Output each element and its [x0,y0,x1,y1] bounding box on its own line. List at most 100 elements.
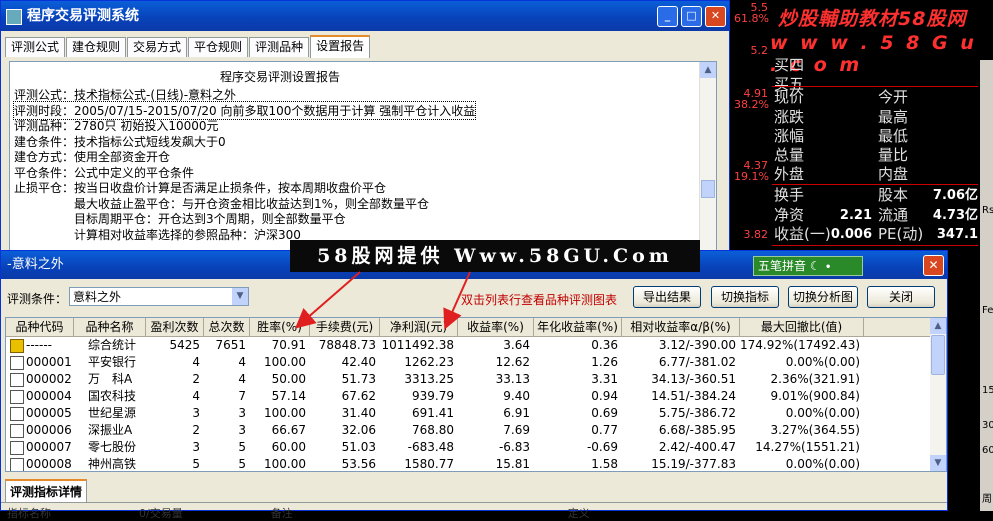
toolbar-label[interactable]: 周 [982,490,992,505]
table-row[interactable]: 000001 平安银行 4 4 100.00 42.40 1262.23 12.62 1.26 6… [6,354,930,371]
table-cell: 深振业A [88,423,133,437]
table-cell: 平安银行 [88,355,137,369]
column-header[interactable]: 最大回撤比(值) [740,318,864,336]
table-cell: 000008 [26,457,72,471]
table-cell: 5 [238,457,246,471]
column-header[interactable]: 净利润(元) [380,318,458,336]
scroll-up-icon[interactable]: ▲ [930,318,946,334]
tab-settings-5[interactable]: 设置报告 [310,35,371,58]
table-row[interactable]: 000007 零七股份 3 5 60.00 51.03 -683.48 -6.83 -0.69 2… [6,439,930,456]
report-scrollbar[interactable]: ▲ [699,62,716,264]
table-cell: 2.42/-400.47 [658,440,736,454]
detail-header-partial: 指标名称 0/交易量 备注 定义 [7,507,590,520]
scroll-thumb[interactable] [931,335,945,375]
report-line: 建仓方式：使用全部资金开仓 [14,150,171,164]
column-header[interactable]: 总次数 [204,318,250,336]
watermark-banner: 58股网提供 Www.58GU.Com [290,240,700,272]
toolbar-label[interactable]: 30 [982,420,993,431]
report-line: 评测品种：2780只 初始投入10000元 [14,119,219,133]
table-row[interactable]: 000005 世纪星源 3 3 100.00 31.40 691.41 6.91 0.69 5.7… [6,405,930,422]
table-cell: 33.13 [495,372,530,386]
tab-settings-3[interactable]: 平仓规则 [188,37,249,57]
table-cell: 000006 [26,423,72,437]
column-header[interactable]: 胜率(%) [250,318,310,336]
chevron-down-icon[interactable]: ▼ [232,288,248,305]
toolbar-label[interactable]: 15 [982,385,993,396]
table-cell: 15.81 [495,457,530,471]
close-icon[interactable]: ✕ [923,255,944,276]
report-line: 评测公式：技术指标公式-(日线)-意料之外 [14,88,237,102]
table-row[interactable]: 000002 万 科A 2 4 50.00 51.73 3313.25 33.13 3.31 34… [6,371,930,388]
minimize-icon[interactable]: _ [657,6,678,27]
ime-label: 五笔拼音 [758,259,807,273]
close-icon[interactable]: ✕ [705,6,726,27]
right-toolbar-strip[interactable] [980,60,993,511]
toolbar-label[interactable]: 60 [982,445,993,456]
tab-settings-0[interactable]: 评测公式 [5,37,66,57]
table-cell: 1262.23 [404,355,454,369]
table-cell: 000005 [26,406,72,420]
table-scrollbar[interactable]: ▲ ▼ [930,318,946,471]
table-cell: 0.69 [591,406,618,420]
report-line: 目标周期平仓：开仓达到3个周期，则全部数量平仓 [14,212,346,226]
table-row[interactable]: 000008 神州高铁 5 5 100.00 53.56 1580.77 15.81 1.58 1… [6,456,930,471]
tab-settings-2[interactable]: 交易方式 [127,37,188,57]
table-cell: 60.00 [271,440,306,454]
document-icon [10,424,24,438]
table-row[interactable]: 000006 深振业A 2 3 66.67 32.06 768.80 7.69 0.77 6.68… [6,422,930,439]
column-header[interactable]: 品种名称 [74,318,146,336]
table-cell: 4 [238,372,246,386]
quote-row: 换手 股本 7.06亿 [774,186,980,205]
table-cell: 3 [192,440,200,454]
switch-chart-button[interactable]: 切换分析图 [788,286,858,308]
quote-value: 7.06亿 [932,188,978,203]
window-titlebar[interactable]: 程序交易评测系统 _ □ ✕ [1,1,729,31]
table-cell: 7.69 [503,423,530,437]
table-cell: 66.67 [271,423,306,437]
table-row[interactable]: ------ 综合统计 5425 7651 70.91 78848.73 1011492.3… [6,337,930,354]
close-button[interactable]: 关闭 [867,286,935,308]
quote-label: 量比 [878,146,909,164]
quote-row: 外盘 内盘 [774,165,980,184]
table-cell: 2 [192,423,200,437]
column-header[interactable]: 收益率(%) [458,318,534,336]
column-header[interactable]: 相对收益率α/β(%) [622,318,740,336]
table-cell: 3.27%(364.55) [770,423,860,437]
maximize-icon[interactable]: □ [681,6,702,27]
table-cell: 3313.25 [404,372,454,386]
price-level-label: 61.8% [734,12,769,25]
criteria-value: 意料之外 [73,290,122,304]
evaluation-system-window: 程序交易评测系统 _ □ ✕ 评测公式 建仓规则 交易方式 平仓规则 评测品种 设置报告 … [0,0,730,270]
table-cell: -683.48 [407,440,454,454]
column-header[interactable]: 手续费(元) [310,318,380,336]
quote-row: 现价 今开 [774,88,980,107]
toolbar-label[interactable]: Rs [982,205,993,216]
tab-settings-1[interactable]: 建仓规则 [66,37,127,57]
export-results-button[interactable]: 导出结果 [633,286,701,308]
criteria-select[interactable]: 意料之外 ▼ [69,287,249,306]
table-cell: 0.00%(0.00) [785,457,860,471]
column-header[interactable]: 品种代码 [6,318,74,336]
results-window-title: -意料之外 [7,257,64,272]
table-row[interactable]: 000004 国农科技 4 7 57.14 67.62 939.79 9.40 0.94 14.5… [6,388,930,405]
column-header[interactable]: 年化收益率(%) [534,318,622,336]
banner-text-1: 炒股輔助教材58股网 [778,8,967,30]
table-cell: 4 [192,389,200,403]
table-cell: 000001 [26,355,72,369]
table-cell: 0.77 [591,423,618,437]
toolbar-label[interactable]: Fe [982,305,993,316]
divider [1,502,947,503]
scroll-thumb[interactable] [701,180,715,198]
scroll-up-icon[interactable]: ▲ [700,62,716,78]
ime-toolbar[interactable]: 五笔拼音 ☾ ∙ [753,256,863,276]
evaluation-results-window: -意料之外 五笔拼音 ☾ ∙ ✕ 评测条件： 意料之外 ▼ 双击列表行查看品种评… [0,250,948,520]
window-title: 程序交易评测系统 [27,8,139,24]
column-header[interactable]: 盈利次数 [146,318,204,336]
table-cell: 1.58 [591,457,618,471]
document-icon [10,441,24,455]
report-line: 止损平仓：按当日收盘价计算是否满足止损条件，按本周期收盘价平仓 [14,181,387,195]
switch-indicator-button[interactable]: 切换指标 [711,286,779,308]
tab-settings-4[interactable]: 评测品种 [249,37,310,57]
tab-indicator-details[interactable]: 评测指标详情 [5,479,88,503]
scroll-down-icon[interactable]: ▼ [930,455,946,471]
